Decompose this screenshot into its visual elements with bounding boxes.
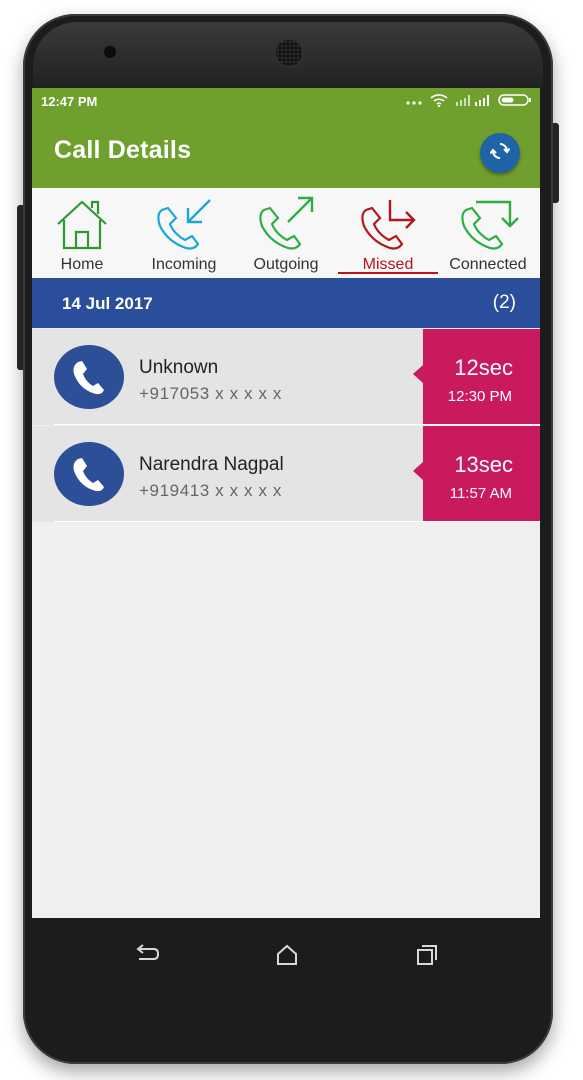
recents-button[interactable] xyxy=(412,940,442,970)
call-duration: 13sec xyxy=(454,452,513,477)
earpiece-speaker xyxy=(276,40,302,66)
caller-number: +919413 x x x x x xyxy=(139,481,282,500)
row-divider xyxy=(54,521,540,522)
refresh-icon xyxy=(489,141,511,166)
back-button[interactable] xyxy=(132,940,162,970)
tab-home[interactable]: Home xyxy=(32,188,132,278)
home-icon xyxy=(57,200,107,250)
status-bar: 12:47 PM xyxy=(32,88,540,114)
status-icons xyxy=(406,93,532,110)
call-duration-badge: 13sec 11:57 AM xyxy=(413,426,540,522)
call-time: 12:30 PM xyxy=(447,388,512,405)
status-time: 12:47 PM xyxy=(41,94,98,109)
phone-icon xyxy=(73,458,104,492)
tab-connected-label: Connected xyxy=(449,256,527,273)
recents-icon xyxy=(417,945,437,965)
incoming-call-icon xyxy=(157,199,211,250)
home-button[interactable] xyxy=(272,940,302,970)
tab-outgoing-label: Outgoing xyxy=(253,256,319,273)
caller-name: Unknown xyxy=(139,357,219,378)
tab-bar: Home Incoming Outgoing Missed Connected xyxy=(32,188,540,278)
screen: 12:47 PM Call Details Home Incoming Outg… xyxy=(32,88,540,918)
avatar xyxy=(54,442,124,506)
caller-number: +917053 x x x x x xyxy=(139,384,282,403)
selected-tab-indicator xyxy=(338,272,438,274)
signal-icon xyxy=(456,94,490,109)
app-bar: 12:47 PM Call Details xyxy=(32,88,540,188)
tab-home-label: Home xyxy=(60,256,104,273)
tab-incoming[interactable]: Incoming xyxy=(134,188,234,278)
tab-missed[interactable]: Missed xyxy=(338,188,438,278)
outgoing-call-icon xyxy=(259,196,314,250)
battery-icon xyxy=(498,94,532,109)
date-header: 14 Jul 2017 (2) xyxy=(32,278,540,328)
connected-call-icon xyxy=(461,200,519,250)
home-nav-icon xyxy=(277,944,297,965)
back-icon xyxy=(136,944,160,960)
phone-icon xyxy=(73,361,104,395)
call-time: 11:57 AM xyxy=(449,485,512,502)
call-row[interactable]: Narendra Nagpal +919413 x x x x x 13sec … xyxy=(32,426,540,522)
tab-connected[interactable]: Connected xyxy=(438,188,538,278)
system-nav-bar xyxy=(32,918,540,1008)
call-duration: 12sec xyxy=(454,355,513,380)
front-camera xyxy=(104,46,116,58)
call-count: (2) xyxy=(492,292,516,313)
tab-incoming-label: Incoming xyxy=(151,256,217,273)
call-row[interactable]: Unknown +917053 x x x x x 12sec 12:30 PM xyxy=(32,329,540,425)
avatar xyxy=(54,345,124,409)
page-title: Call Details xyxy=(54,136,192,164)
more-dots-icon xyxy=(406,94,422,109)
row-divider xyxy=(54,424,540,425)
wifi-icon xyxy=(430,93,448,110)
date-label: 14 Jul 2017 xyxy=(62,294,153,313)
call-duration-badge: 12sec 12:30 PM xyxy=(413,329,540,425)
caller-name: Narendra Nagpal xyxy=(139,454,284,475)
refresh-button[interactable] xyxy=(480,133,520,173)
tab-outgoing[interactable]: Outgoing xyxy=(236,188,336,278)
missed-call-icon xyxy=(361,200,416,250)
